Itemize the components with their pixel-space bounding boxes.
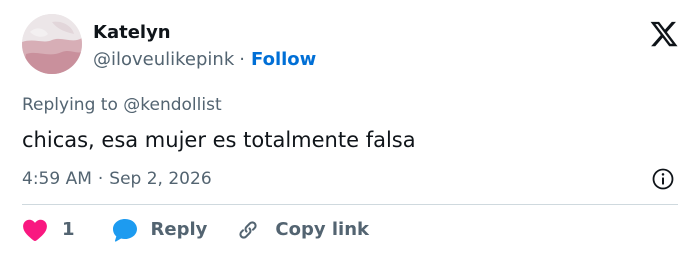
tweet-text: chicas, esa mujer es totalmente falsa bbox=[22, 128, 416, 152]
follow-button[interactable]: Follow bbox=[251, 49, 316, 70]
handle-separator: · bbox=[239, 49, 246, 70]
reply-context-prefix: Replying to bbox=[22, 95, 118, 115]
author-handle-row: @iloveulikepink · Follow bbox=[93, 48, 316, 72]
tweet-embed-card: Katelyn @iloveulikepink · Follow Replying … bbox=[0, 0, 700, 256]
tweet-time: 4:59 AM bbox=[22, 169, 92, 189]
info-icon[interactable] bbox=[651, 167, 675, 191]
x-logo-icon[interactable] bbox=[649, 19, 679, 49]
copy-link-button[interactable]: Copy link bbox=[235, 217, 369, 243]
copy-link-label: Copy link bbox=[275, 219, 369, 240]
avatar[interactable] bbox=[22, 14, 82, 74]
speech-bubble-icon bbox=[112, 219, 137, 242]
like-button[interactable]: 1 bbox=[22, 218, 75, 242]
action-bar: 1 Reply Copy link bbox=[22, 214, 369, 246]
reply-mention-link[interactable]: @kendollist bbox=[123, 95, 221, 115]
heart-icon bbox=[23, 219, 47, 242]
reply-context: Replying to @kendollist bbox=[22, 94, 222, 116]
avatar-image bbox=[22, 14, 82, 74]
tweet-timestamp[interactable]: 4:59 AM · Sep 2, 2026 bbox=[22, 168, 212, 190]
divider bbox=[22, 204, 678, 205]
link-icon bbox=[239, 221, 257, 239]
author-handle[interactable]: @iloveulikepink bbox=[93, 49, 234, 70]
like-count: 1 bbox=[62, 219, 75, 240]
tweet-date: Sep 2, 2026 bbox=[109, 169, 212, 189]
reply-button[interactable]: Reply bbox=[111, 217, 208, 243]
author-display-name[interactable]: Katelyn bbox=[93, 21, 171, 45]
reply-label: Reply bbox=[150, 219, 208, 240]
timestamp-separator: · bbox=[97, 169, 104, 189]
